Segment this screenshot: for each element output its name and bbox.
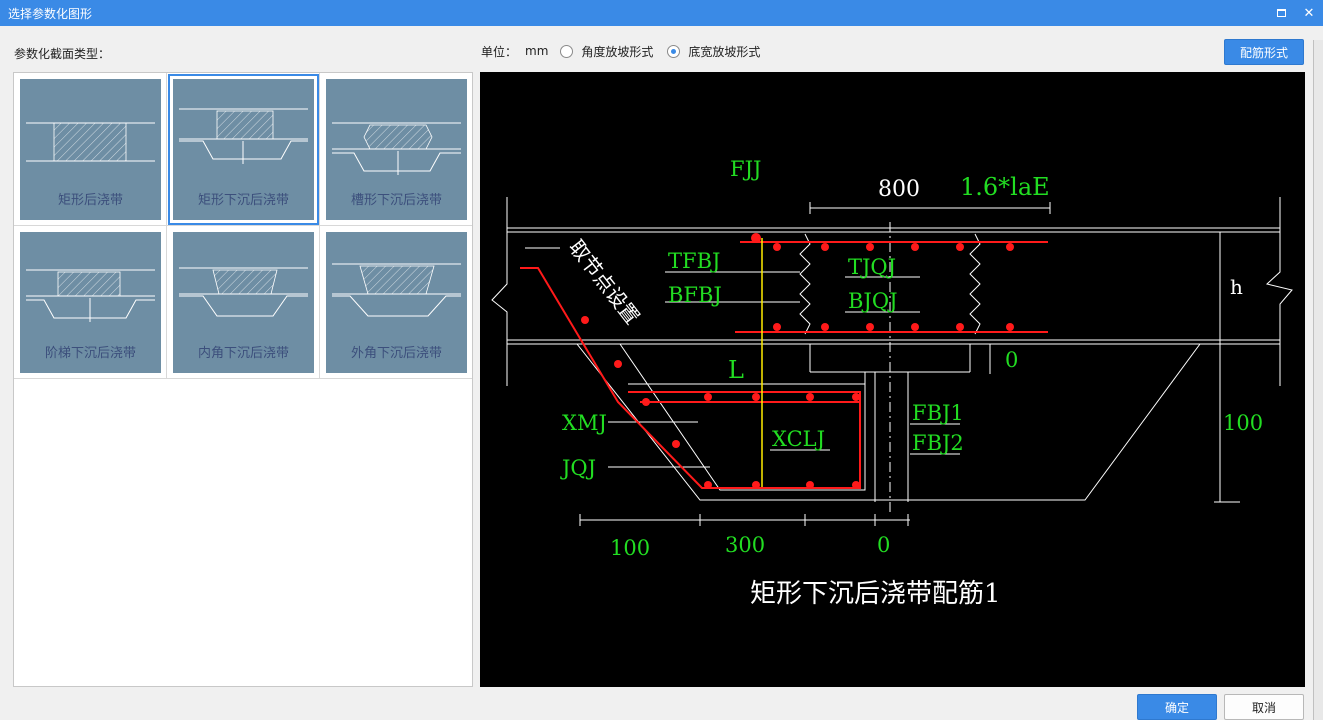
window-controls: ✕: [1267, 0, 1323, 26]
thumbnail-cell[interactable]: 阶梯下沉后浇带: [14, 226, 167, 379]
dim-top-right: 1.6*laE: [960, 173, 1050, 201]
rebar-drawing-canvas: FJJ TFBJ BFBJ TJQJ BJQJ XMJ JQJ XCLJ FBJ…: [480, 72, 1305, 687]
thumbnail-step-sunken-post-pour[interactable]: 阶梯下沉后浇带: [20, 232, 161, 373]
thumbnail-trough-sunken-post-pour[interactable]: 槽形下沉后浇带: [326, 79, 467, 220]
window-title: 选择参数化图形: [8, 6, 93, 21]
rebar-form-button[interactable]: 配筋形式: [1224, 39, 1304, 65]
cancel-button[interactable]: 取消: [1224, 694, 1304, 720]
close-icon[interactable]: ✕: [1295, 0, 1323, 26]
thumbnail-cell[interactable]: 矩形后浇带: [14, 73, 167, 226]
label-xclj: XCLJ: [772, 427, 825, 451]
thumbnail-cell[interactable]: 内角下沉后浇带: [167, 226, 320, 379]
section-type-label: 参数化截面类型：: [14, 47, 111, 61]
rebar-drawing: FJJ TFBJ BFBJ TJQJ BJQJ XMJ JQJ XCLJ FBJ…: [491, 157, 1293, 609]
thumbnail-outer-corner-sunken-post-pour[interactable]: 外角下沉后浇带: [326, 232, 467, 373]
thumbnail-label: 矩形下沉后浇带: [197, 193, 289, 208]
unit-row: 单位： mm 角度放坡形式 底宽放坡形式: [481, 42, 768, 60]
dim-L: L: [728, 356, 744, 384]
ok-button[interactable]: 确定: [1137, 694, 1217, 720]
thumbnail-grid: 矩形后浇带 矩形下沉后浇带 槽形下沉后浇带 阶梯下沉后浇带 内角下沉后浇带 外角…: [14, 73, 472, 379]
dim-bottom-right: 0: [877, 533, 890, 557]
label-fjj: FJJ: [730, 157, 761, 181]
maximize-icon[interactable]: [1267, 0, 1295, 26]
label-tfbj: TFBJ: [668, 249, 720, 273]
radio-angle-slope[interactable]: [560, 44, 574, 58]
thumbnail-cell[interactable]: 外角下沉后浇带: [320, 226, 472, 379]
title-bar: 选择参数化图形: [0, 0, 1323, 26]
label-bfbj: BFBJ: [668, 283, 722, 307]
dim-top-width: 800: [878, 177, 920, 202]
label-xmj: XMJ: [562, 411, 607, 435]
label-fbj1: FBJ1: [912, 401, 964, 425]
thumbnail-rect-post-pour[interactable]: 矩形后浇带: [20, 79, 161, 220]
unit-label: 单位：: [481, 44, 518, 59]
node-setting-link[interactable]: 取节点设置: [564, 235, 644, 329]
radio-bottom-width-slope-label[interactable]: 底宽放坡形式: [688, 43, 760, 60]
thumbnail-rect-sunken-post-pour[interactable]: 矩形下沉后浇带: [168, 74, 319, 225]
right-edge: [1313, 40, 1323, 720]
thumbnail-label: 槽形下沉后浇带: [350, 193, 442, 208]
thumbnail-cell[interactable]: 槽形下沉后浇带: [320, 73, 472, 226]
drawing-caption: 矩形下沉后浇带配筋1: [750, 579, 1001, 609]
label-jqj: JQJ: [560, 456, 596, 480]
label-bjqj: BJQJ: [848, 289, 898, 313]
radio-angle-slope-label[interactable]: 角度放坡形式: [581, 43, 653, 60]
dim-bottom-left: 100: [610, 536, 650, 560]
thumbnail-label: 矩形后浇带: [57, 193, 123, 208]
label-tjqj: TJQJ: [848, 255, 896, 279]
thumbnail-label: 内角下沉后浇带: [197, 346, 289, 361]
unit-value: mm: [525, 44, 549, 58]
label-fbj2: FBJ2: [912, 431, 964, 455]
thumbnail-label: 外角下沉后浇带: [350, 346, 442, 361]
section-type-panel: 矩形后浇带 矩形下沉后浇带 槽形下沉后浇带 阶梯下沉后浇带 内角下沉后浇带 外角…: [13, 72, 473, 687]
thumbnail-cell[interactable]: 矩形下沉后浇带: [167, 73, 320, 226]
dim-h: h: [1230, 275, 1243, 299]
dim-bottom-mid: 300: [725, 533, 765, 557]
dim-offset-0: 0: [1005, 348, 1018, 372]
dim-right-height: 100: [1223, 411, 1263, 435]
radio-bottom-width-slope[interactable]: [667, 44, 681, 58]
thumbnail-inner-corner-sunken-post-pour[interactable]: 内角下沉后浇带: [173, 232, 314, 373]
thumbnail-label: 阶梯下沉后浇带: [44, 346, 136, 361]
